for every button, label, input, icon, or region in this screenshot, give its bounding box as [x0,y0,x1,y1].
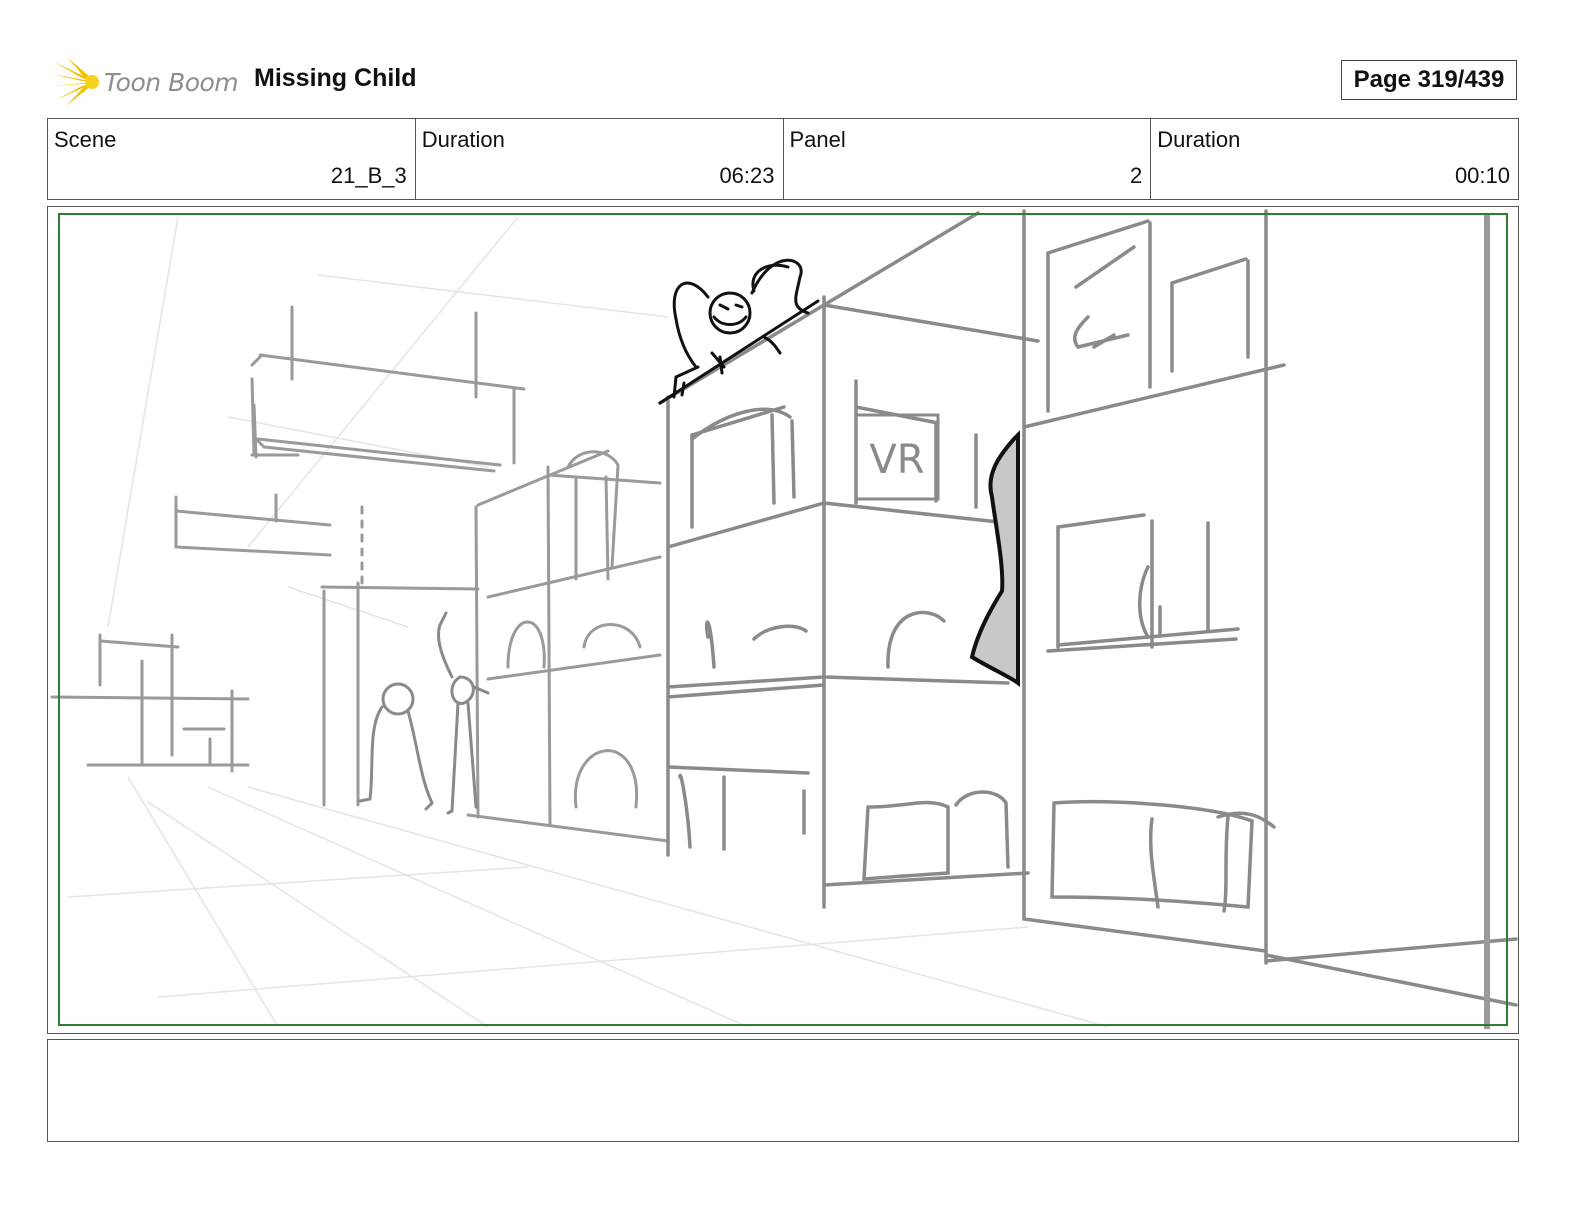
panel-duration-label: Duration [1157,127,1241,152]
scene-duration-value: 06:23 [719,163,775,188]
starburst-icon [52,58,99,106]
panel-notes [47,1039,1519,1142]
scene-value: 21_B_3 [330,163,407,188]
panel-duration-cell: Duration 00:10 [1151,119,1518,199]
broken-wall [969,430,1020,687]
right-edge-bar [1484,213,1490,1029]
panel-label: Panel [789,127,846,152]
scene-info-row: Scene 21_B_3 Duration 06:23 Panel 2 Dura… [47,118,1519,200]
project-title: Missing Child [254,64,417,92]
panel-cell: Panel 2 [784,119,1152,199]
main-buildings [658,209,1518,1007]
panel-sketch: VR [50,209,1518,1029]
ground-guides [67,216,1109,1028]
vr-sign-text: VR [869,437,924,483]
scene-cell: Scene 21_B_3 [48,119,416,199]
scene-label: Scene [54,127,117,152]
background-buildings [50,305,670,843]
panel-duration-value: 00:10 [1454,163,1510,188]
panel-value: 2 [1130,163,1143,188]
storyboard-panel: VR [47,206,1519,1034]
scene-duration-label: Duration [421,127,505,152]
logo-text: Toon Boom [104,67,239,97]
people-sketch [358,611,490,815]
scene-duration-cell: Duration 06:23 [416,119,784,199]
page-indicator: Page 319/439 [1341,60,1517,100]
rooftop-character [658,258,820,405]
vr-sign: VR [854,413,940,501]
safe-frame [58,213,1508,1026]
toon-boom-logo: Toon Boom [52,56,239,108]
